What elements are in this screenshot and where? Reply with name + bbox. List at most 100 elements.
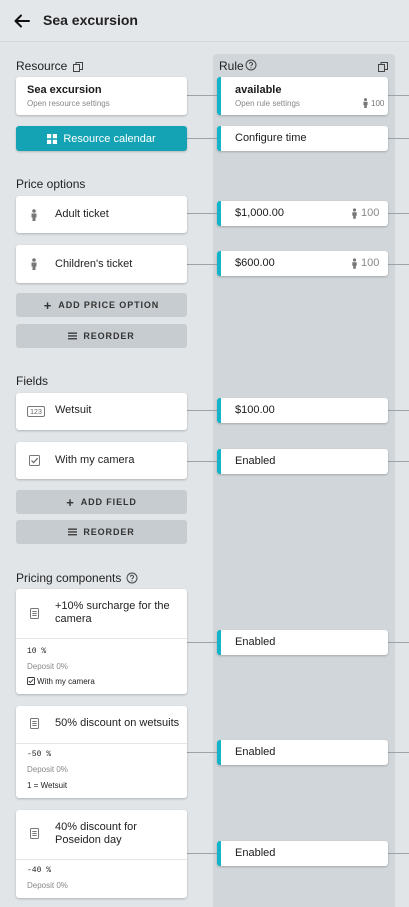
pricing-component-title: +10% surcharge for the camera xyxy=(55,600,170,625)
field-rule-card[interactable]: $100.00 xyxy=(217,398,388,423)
connector-line xyxy=(388,752,409,753)
copy-icon[interactable] xyxy=(72,61,84,73)
rule-card-title: available xyxy=(235,84,282,96)
person-icon xyxy=(31,209,37,221)
resource-calendar-button[interactable]: Resource calendar xyxy=(16,126,187,151)
configure-time-label: Configure time xyxy=(235,132,307,144)
reorder-price-options-button[interactable]: REORDER xyxy=(16,324,187,348)
person-icon xyxy=(363,98,368,108)
price-rule-capacity: 100 xyxy=(361,207,380,219)
pricing-component-title: 40% discount for Poseidon day xyxy=(55,821,137,846)
resource-heading: Resource xyxy=(16,59,68,73)
connector-line xyxy=(388,461,409,462)
connector-line xyxy=(388,138,409,139)
pricing-rule-value: Enabled xyxy=(235,847,276,859)
pricing-components-heading: Pricing components xyxy=(16,571,122,585)
pricing-rule-card[interactable]: Enabled xyxy=(217,740,388,765)
connector-line xyxy=(187,461,217,462)
reorder-icon xyxy=(68,528,78,536)
reorder-label: REORDER xyxy=(83,331,135,341)
add-field-button[interactable]: + ADD FIELD xyxy=(16,490,187,514)
rule-capacity: 100 xyxy=(371,99,385,108)
grid-icon xyxy=(47,133,58,144)
add-price-option-label: ADD PRICE OPTION xyxy=(58,300,160,310)
price-option-label: Children's ticket xyxy=(55,258,133,270)
checkbox-field-icon xyxy=(29,455,40,466)
connector-line xyxy=(388,264,409,265)
connector-line xyxy=(187,213,217,214)
card-divider xyxy=(16,638,187,639)
resource-card-subtitle: Open resource settings xyxy=(27,99,110,108)
connector-line xyxy=(388,213,409,214)
resource-card-title: Sea excursion xyxy=(27,84,102,96)
copy-icon[interactable] xyxy=(377,61,389,73)
reorder-fields-button[interactable]: REORDER xyxy=(16,520,187,544)
pricing-component-condition: 1 = Wetsuit xyxy=(27,781,68,790)
document-icon xyxy=(30,608,39,619)
plus-icon: + xyxy=(66,494,75,510)
pricing-component-deposit: Deposit 0% xyxy=(27,765,68,774)
price-rule-card[interactable]: $1,000.00 100 xyxy=(217,201,388,226)
pricing-rule-card[interactable]: Enabled xyxy=(217,841,388,866)
page-title: Sea excursion xyxy=(43,12,138,28)
pricing-component-condition: With my camera xyxy=(37,677,95,686)
field-item[interactable]: 123 Wetsuit xyxy=(16,393,187,430)
connector-line xyxy=(388,410,409,411)
price-option-item[interactable]: Children's ticket xyxy=(16,245,187,283)
pricing-component-card[interactable]: 40% discount for Poseidon day -40 % Depo… xyxy=(16,810,187,898)
connector-line xyxy=(388,642,409,643)
pricing-component-value: -50 % xyxy=(27,750,52,759)
person-icon xyxy=(352,208,357,219)
pricing-rule-value: Enabled xyxy=(235,746,276,758)
rule-column xyxy=(213,54,395,907)
pricing-component-card[interactable]: 50% discount on wetsuits -50 % Deposit 0… xyxy=(16,706,187,798)
help-icon[interactable] xyxy=(245,59,257,71)
connector-line xyxy=(187,752,217,753)
price-option-item[interactable]: Adult ticket xyxy=(16,196,187,233)
plus-icon: + xyxy=(43,297,53,313)
pricing-component-card[interactable]: +10% surcharge for the camera 10 % Depos… xyxy=(16,589,187,694)
pricing-rule-card[interactable]: Enabled xyxy=(217,630,388,655)
price-rule-value: $600.00 xyxy=(235,257,275,269)
help-icon[interactable] xyxy=(126,572,138,584)
person-icon xyxy=(31,258,37,270)
price-rule-card[interactable]: $600.00 100 xyxy=(217,251,388,276)
price-rule-value: $1,000.00 xyxy=(235,207,284,219)
checkbox-field-icon xyxy=(27,677,35,685)
pricing-component-deposit: Deposit 0% xyxy=(27,881,68,890)
configure-time-card[interactable]: Configure time xyxy=(217,126,388,151)
rule-card-subtitle: Open rule settings xyxy=(235,99,300,108)
resource-calendar-label: Resource calendar xyxy=(63,132,156,145)
svg-text:123: 123 xyxy=(30,409,42,416)
connector-line xyxy=(187,138,217,139)
connector-line xyxy=(187,264,217,265)
field-rule-value: $100.00 xyxy=(235,404,275,416)
fields-heading: Fields xyxy=(16,374,49,388)
add-price-option-button[interactable]: + ADD PRICE OPTION xyxy=(16,293,187,317)
card-divider xyxy=(16,859,187,860)
connector-line xyxy=(187,853,217,854)
reorder-label: REORDER xyxy=(83,527,135,537)
connector-line xyxy=(187,642,217,643)
price-rule-capacity: 100 xyxy=(361,257,380,269)
price-option-label: Adult ticket xyxy=(55,208,109,220)
document-icon xyxy=(30,828,39,839)
person-icon xyxy=(352,258,357,269)
card-divider xyxy=(16,743,187,744)
add-field-label: ADD FIELD xyxy=(80,497,137,507)
rule-card[interactable]: available Open rule settings 100 xyxy=(217,77,388,115)
field-label: Wetsuit xyxy=(55,404,92,416)
field-item[interactable]: With my camera xyxy=(16,442,187,479)
connector-line xyxy=(388,95,409,96)
price-options-heading: Price options xyxy=(16,177,86,191)
pricing-component-value: 10 % xyxy=(27,647,47,656)
resource-card[interactable]: Sea excursion Open resource settings xyxy=(16,77,187,115)
connector-line xyxy=(187,95,217,96)
back-arrow-icon[interactable] xyxy=(12,11,32,31)
rule-heading: Rule xyxy=(219,59,244,73)
number-field-icon: 123 xyxy=(27,406,45,417)
reorder-icon xyxy=(68,332,78,340)
document-icon xyxy=(30,718,39,729)
field-rule-value: Enabled xyxy=(235,455,276,467)
field-rule-card[interactable]: Enabled xyxy=(217,449,388,474)
